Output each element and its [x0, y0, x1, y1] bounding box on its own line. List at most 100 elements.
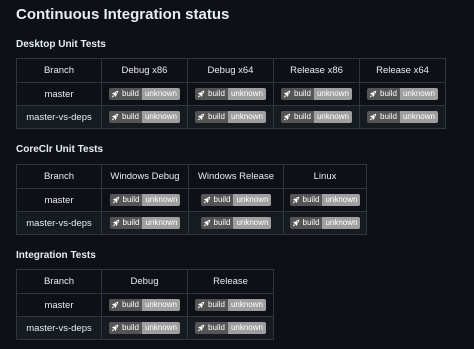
- badge-label: build: [109, 194, 143, 206]
- status-cell: build unknown: [188, 188, 284, 212]
- rocket-icon: [198, 90, 205, 98]
- badge-label: build: [109, 111, 142, 123]
- badge-label-text: build: [380, 89, 397, 98]
- build-status-badge[interactable]: build unknown: [109, 111, 180, 123]
- rocket-icon: [284, 90, 291, 98]
- status-cell: build unknown: [101, 82, 188, 106]
- branch-cell: master-vs-deps: [16, 105, 102, 129]
- branch-cell: master-vs-deps: [16, 211, 102, 235]
- badge-label: build: [289, 217, 323, 229]
- badge-label: build: [367, 88, 400, 100]
- badge-label-text: build: [208, 323, 225, 332]
- branch-cell: master-vs-deps: [16, 316, 102, 340]
- build-status-badge[interactable]: build unknown: [109, 194, 181, 206]
- badge-status: unknown: [141, 322, 180, 334]
- badge-label: build: [109, 299, 142, 311]
- badge-label-text: build: [294, 89, 311, 98]
- build-status-badge[interactable]: build unknown: [195, 322, 266, 334]
- table-header-row: Branch Debug x86 Debug x64 Release x86 R…: [16, 58, 446, 83]
- badge-status: unknown: [141, 111, 180, 123]
- badge-label: build: [281, 88, 314, 100]
- badge-label: build: [109, 88, 142, 100]
- status-cell: build unknown: [283, 188, 367, 212]
- build-status-badge[interactable]: build unknown: [109, 217, 181, 229]
- status-cell: build unknown: [101, 211, 189, 235]
- rocket-icon: [284, 113, 291, 121]
- build-status-badge[interactable]: build unknown: [367, 88, 438, 100]
- column-header-branch: Branch: [16, 164, 102, 189]
- column-header-debug-x86: Debug x86: [101, 58, 188, 83]
- badge-status: unknown: [322, 194, 361, 206]
- badge-label: build: [195, 299, 228, 311]
- section-heading-coreclr-unit-tests: CoreClr Unit Tests: [16, 144, 104, 155]
- badge-status: unknown: [142, 194, 181, 206]
- badge-label: build: [195, 322, 228, 334]
- rocket-icon: [198, 324, 205, 332]
- badge-label: build: [367, 111, 400, 123]
- rocket-icon: [112, 219, 119, 227]
- status-cell: build unknown: [359, 82, 446, 106]
- status-cell: build unknown: [101, 188, 189, 212]
- rocket-icon: [112, 90, 119, 98]
- badge-label-text: build: [208, 89, 225, 98]
- build-status-badge[interactable]: build unknown: [289, 194, 361, 206]
- build-status-badge[interactable]: build unknown: [195, 299, 266, 311]
- column-header-debug: Debug: [101, 269, 188, 294]
- table-row: master build unknown build unknown build un…: [16, 82, 446, 106]
- column-header-branch: Branch: [16, 269, 102, 294]
- rocket-icon: [292, 219, 299, 227]
- status-cell: build unknown: [101, 105, 188, 129]
- column-header-windows-release: Windows Release: [188, 164, 284, 189]
- coreclr-unit-tests-table: Branch Windows Debug Windows Release Lin…: [16, 164, 367, 235]
- badge-label: build: [200, 194, 234, 206]
- rocket-icon: [203, 196, 210, 204]
- table-row: master build unknown build unknown: [16, 293, 274, 317]
- badge-label-text: build: [208, 300, 225, 309]
- integration-tests-table: Branch Debug Release master build unknown…: [16, 269, 274, 340]
- build-status-badge[interactable]: build unknown: [109, 88, 180, 100]
- status-cell: build unknown: [187, 82, 274, 106]
- badge-label-text: build: [213, 195, 231, 204]
- column-header-branch: Branch: [16, 58, 102, 83]
- badge-label-text: build: [302, 218, 320, 227]
- badge-status: unknown: [313, 88, 352, 100]
- badge-status: unknown: [399, 88, 438, 100]
- badge-status: unknown: [141, 88, 180, 100]
- status-cell: build unknown: [273, 82, 360, 106]
- section-heading-desktop-unit-tests: Desktop Unit Tests: [16, 39, 106, 50]
- badge-status: unknown: [227, 88, 266, 100]
- build-status-badge[interactable]: build unknown: [195, 88, 266, 100]
- column-header-release-x64: Release x64: [359, 58, 446, 83]
- build-status-badge[interactable]: build unknown: [281, 88, 352, 100]
- build-status-badge[interactable]: build unknown: [195, 111, 266, 123]
- badge-status: unknown: [322, 217, 361, 229]
- badge-label-text: build: [302, 195, 320, 204]
- badge-label-text: build: [380, 112, 397, 121]
- build-status-badge[interactable]: build unknown: [289, 217, 361, 229]
- status-cell: build unknown: [359, 105, 446, 129]
- status-cell: build unknown: [283, 211, 367, 235]
- build-status-badge[interactable]: build unknown: [109, 299, 180, 311]
- build-status-badge[interactable]: build unknown: [109, 322, 180, 334]
- rocket-icon: [112, 196, 119, 204]
- badge-label-text: build: [122, 300, 139, 309]
- badge-label-text: build: [208, 112, 225, 121]
- badge-label: build: [281, 111, 314, 123]
- rocket-icon: [112, 324, 119, 332]
- column-header-release: Release: [187, 269, 274, 294]
- badge-label-text: build: [122, 89, 139, 98]
- badge-label-text: build: [122, 112, 139, 121]
- badge-label-text: build: [294, 112, 311, 121]
- build-status-badge[interactable]: build unknown: [281, 111, 352, 123]
- section-heading-integration-tests: Integration Tests: [16, 250, 96, 261]
- badge-status: unknown: [313, 111, 352, 123]
- build-status-badge[interactable]: build unknown: [367, 111, 438, 123]
- build-status-badge[interactable]: build unknown: [200, 217, 272, 229]
- badge-label: build: [289, 194, 323, 206]
- status-cell: build unknown: [101, 316, 188, 340]
- badge-status: unknown: [227, 111, 266, 123]
- build-status-badge[interactable]: build unknown: [200, 194, 272, 206]
- badge-status: unknown: [399, 111, 438, 123]
- badge-label-text: build: [213, 218, 231, 227]
- table-row: master build unknown build unknown build un…: [16, 188, 367, 212]
